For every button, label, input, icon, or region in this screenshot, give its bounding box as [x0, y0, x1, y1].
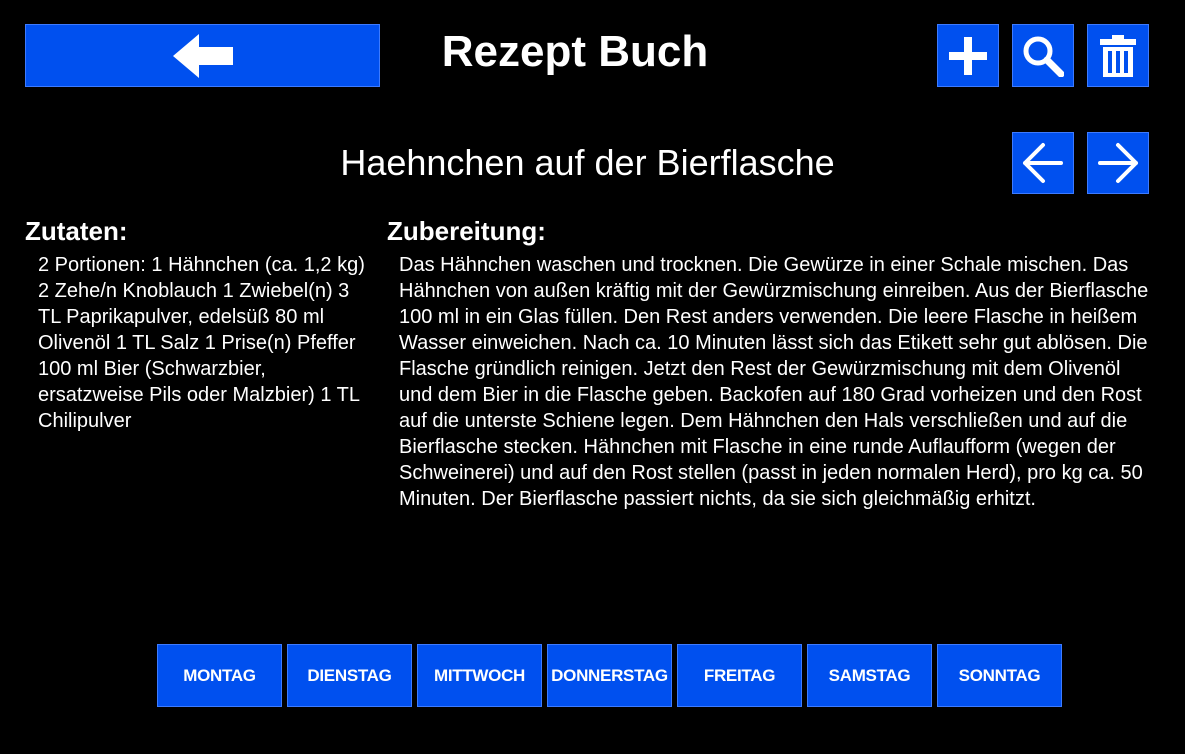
add-recipe-button[interactable] [937, 24, 999, 87]
day-button-donnerstag[interactable]: DONNERSTAG [547, 644, 672, 707]
day-button-freitag[interactable]: FREITAG [677, 644, 802, 707]
previous-recipe-button[interactable] [1012, 132, 1074, 194]
day-button-montag[interactable]: MONTAG [157, 644, 282, 707]
ingredients-heading: Zutaten: [25, 216, 128, 246]
preparation-text: Das Hähnchen waschen und trocknen. Die G… [399, 254, 1149, 510]
preparation-heading: Zubereitung: [387, 216, 546, 246]
app-title: Rezept Buch [441, 27, 709, 76]
arrow-right-icon [1098, 143, 1138, 183]
search-button[interactable] [1012, 24, 1074, 87]
ingredients-text: 2 Portionen: 1 Hähnchen (ca. 1,2 kg) 2 Z… [38, 254, 365, 432]
search-icon [1023, 36, 1064, 77]
day-button-dienstag[interactable]: DIENSTAG [287, 644, 412, 707]
next-recipe-button[interactable] [1087, 132, 1149, 194]
day-button-sonntag[interactable]: SONNTAG [937, 644, 1062, 707]
delete-button[interactable] [1087, 24, 1149, 87]
day-button-samstag[interactable]: SAMSTAG [807, 644, 932, 707]
arrow-left-icon [1023, 143, 1063, 183]
arrow-left-icon [172, 33, 233, 78]
plus-icon [949, 36, 987, 75]
back-button[interactable] [25, 24, 380, 87]
day-button-mittwoch[interactable]: MITTWOCH [417, 644, 542, 707]
trash-icon [1100, 34, 1136, 77]
recipe-title: Haehnchen auf der Bierflasche [340, 142, 835, 183]
